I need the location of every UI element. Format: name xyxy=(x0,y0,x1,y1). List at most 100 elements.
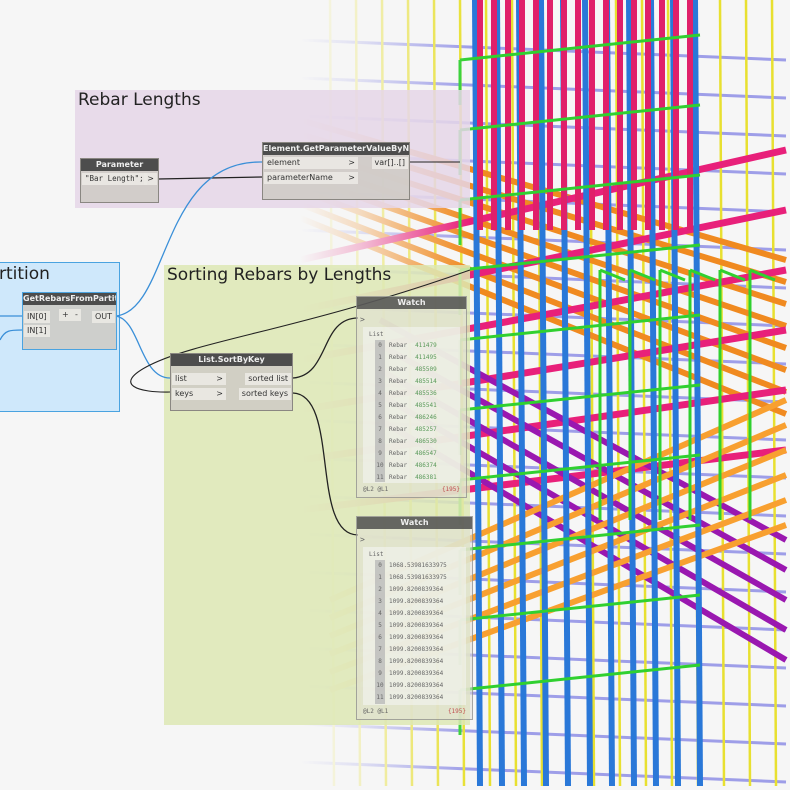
output-port[interactable]: OUT xyxy=(91,311,115,323)
port-arrow: > xyxy=(216,389,223,398)
item-type: Rebar xyxy=(389,414,408,421)
list-item: 1 Rebar 411495 xyxy=(363,352,460,364)
item-index: 1 xyxy=(375,572,385,584)
item-index: 2 xyxy=(375,364,385,376)
group-title: Sorting Rebars by Lengths xyxy=(167,265,392,285)
list-item: 0 Rebar 411479 xyxy=(363,340,460,352)
list-item: 4 Rebar 485536 xyxy=(363,388,460,400)
item-v: 1099.8200839364 xyxy=(389,682,444,689)
item-v: 1099.8200839364 xyxy=(389,670,444,677)
item-index: 0 xyxy=(375,560,385,572)
input-port-list[interactable]: list > xyxy=(172,373,226,385)
item-id: 485257 xyxy=(415,426,437,433)
item-index: 8 xyxy=(375,656,385,668)
item-v: 1068.53981633975 xyxy=(389,562,447,569)
add-input-button[interactable]: + xyxy=(59,309,72,321)
port-label: keys xyxy=(175,389,194,398)
input-port-in0[interactable]: IN[0] xyxy=(24,311,50,323)
watch-node-sorted-list[interactable]: Watch > List 0 Rebar 411479 1 Rebar 411495 2 Re… xyxy=(356,296,467,498)
item-id: 486374 xyxy=(415,462,437,469)
parameter-value-input[interactable]: "Bar Length"; xyxy=(82,173,147,185)
watch-list[interactable]: List 0 Rebar 411479 1 Rebar 411495 2 Rebar 48550… xyxy=(363,327,460,483)
item-index: 5 xyxy=(375,620,385,632)
list-item: 2 Rebar 485509 xyxy=(363,364,460,376)
list-sort-by-key-node[interactable]: List.SortByKey list > keys > sorted list s… xyxy=(170,353,293,411)
item-index: 6 xyxy=(375,632,385,644)
item-id: 411479 xyxy=(415,342,437,349)
item-index: 0 xyxy=(375,340,385,352)
get-rebars-from-partition-node[interactable]: GetRebarsFromPartition IN[0] IN[1] + - O… xyxy=(22,292,117,350)
item-v: 1099.8200839364 xyxy=(389,646,444,653)
output-port[interactable]: var[]..[] xyxy=(371,157,408,169)
item-count: {195} xyxy=(447,708,466,715)
node-title: Parameter xyxy=(81,159,158,171)
node-title: Element.GetParameterValueByName xyxy=(263,143,409,155)
item-index: 1 xyxy=(375,352,385,364)
watch-footer: @L2 @L1 {195} xyxy=(363,707,466,717)
item-index: 3 xyxy=(375,596,385,608)
list-item: 7 Rebar 485257 xyxy=(363,424,460,436)
node-title: GetRebarsFromPartition xyxy=(23,293,116,305)
item-index: 3 xyxy=(375,376,385,388)
get-parameter-value-by-name-node[interactable]: Element.GetParameterValueByName element >… xyxy=(262,142,410,200)
item-index: 4 xyxy=(375,608,385,620)
item-id: 411495 xyxy=(415,354,437,361)
list-item: 7 1099.8200839364 xyxy=(363,644,466,656)
list-item: 6 1099.8200839364 xyxy=(363,632,466,644)
item-count: {195} xyxy=(441,486,460,493)
item-id: 486530 xyxy=(415,438,437,445)
list-item: 8 Rebar 486530 xyxy=(363,436,460,448)
list-item: 6 Rebar 486246 xyxy=(363,412,460,424)
item-type: Rebar xyxy=(389,426,408,433)
item-type: Rebar xyxy=(389,354,408,361)
item-v: 1099.8200839364 xyxy=(389,610,444,617)
item-index: 6 xyxy=(375,412,385,424)
item-index: 10 xyxy=(375,680,385,692)
item-type: Rebar xyxy=(389,462,408,469)
list-item: 5 Rebar 485541 xyxy=(363,400,460,412)
item-type: Rebar xyxy=(389,342,408,349)
port-arrow: > xyxy=(348,173,355,182)
input-port-keys[interactable]: keys > xyxy=(172,388,226,400)
item-v: 1099.8200839364 xyxy=(389,586,444,593)
item-type: Rebar xyxy=(389,366,408,373)
list-label: List xyxy=(369,331,384,338)
item-index: 2 xyxy=(375,584,385,596)
list-item: 11 1099.8200839364 xyxy=(363,692,466,704)
port-label: element xyxy=(267,158,300,167)
item-type: Rebar xyxy=(389,390,408,397)
watch-node-sorted-keys[interactable]: Watch > List 0 1068.53981633975 1 1068.5398… xyxy=(356,516,473,720)
output-port-sorted-list[interactable]: sorted list xyxy=(245,373,291,385)
parameter-node[interactable]: Parameter "Bar Length"; > xyxy=(80,158,159,203)
item-index: 10 xyxy=(375,460,385,472)
item-index: 4 xyxy=(375,388,385,400)
item-id: 485514 xyxy=(415,378,437,385)
input-port[interactable]: > xyxy=(360,535,365,544)
list-item: 9 1099.8200839364 xyxy=(363,668,466,680)
item-id: 485509 xyxy=(415,366,437,373)
item-v: 1099.8200839364 xyxy=(389,634,444,641)
input-port-parametername[interactable]: parameterName > xyxy=(264,172,358,184)
item-v: 1099.8200839364 xyxy=(389,598,444,605)
output-port[interactable]: > xyxy=(144,173,157,185)
item-index: 7 xyxy=(375,644,385,656)
group-title: Rebar Lengths xyxy=(78,90,201,110)
watch-list[interactable]: List 0 1068.53981633975 1 1068.53981633975 2… xyxy=(363,547,466,705)
group-title: rtition xyxy=(0,264,50,284)
port-arrow: > xyxy=(348,158,355,167)
list-item: 3 1099.8200839364 xyxy=(363,596,466,608)
item-index: 9 xyxy=(375,668,385,680)
item-index: 11 xyxy=(375,472,385,482)
input-port-element[interactable]: element > xyxy=(264,157,358,169)
input-port-in1[interactable]: IN[1] xyxy=(24,325,50,337)
input-port[interactable]: > xyxy=(360,315,365,324)
node-title: Watch xyxy=(357,517,472,529)
list-item: 5 1099.8200839364 xyxy=(363,620,466,632)
list-item: 9 Rebar 486547 xyxy=(363,448,460,460)
list-item: 1 1068.53981633975 xyxy=(363,572,466,584)
output-port-sorted-keys[interactable]: sorted keys xyxy=(238,388,291,400)
item-index: 11 xyxy=(375,692,385,704)
list-levels: @L2 @L1 xyxy=(363,486,389,493)
remove-input-button[interactable]: - xyxy=(72,309,81,321)
item-id: 485536 xyxy=(415,390,437,397)
